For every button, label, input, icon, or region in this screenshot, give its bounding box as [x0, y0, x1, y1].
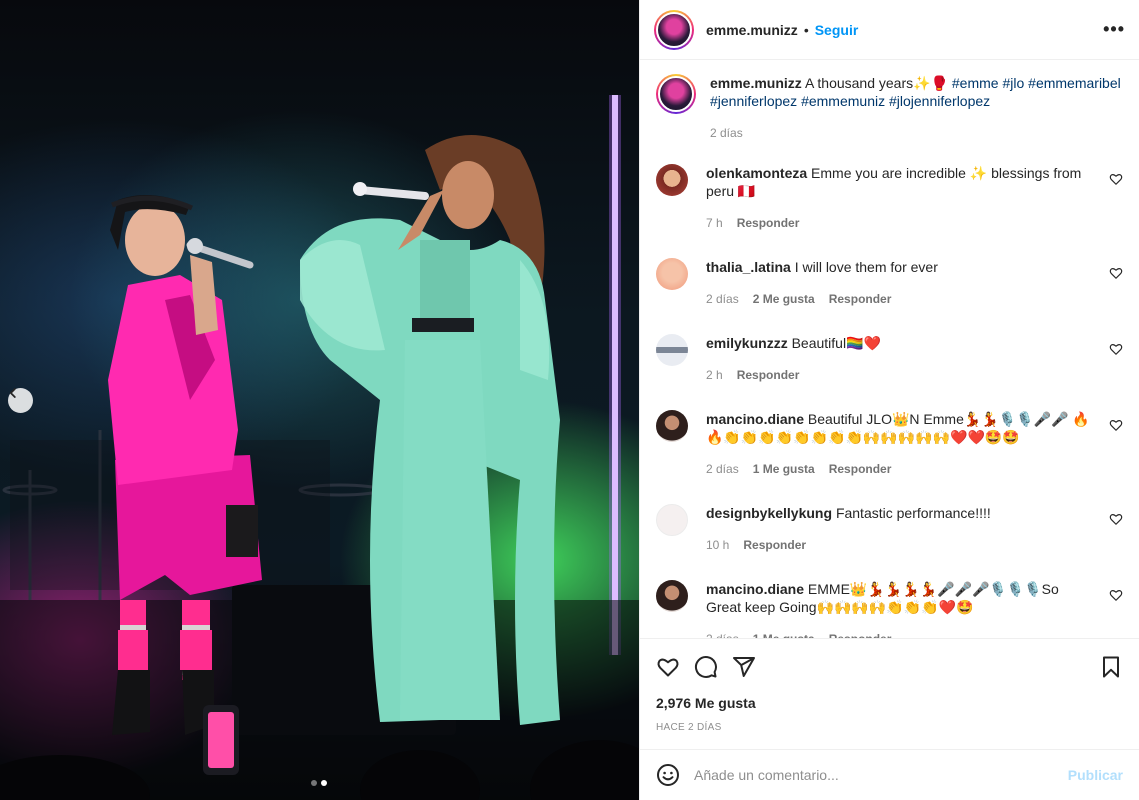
- commenter-avatar[interactable]: [656, 410, 688, 442]
- comment-username[interactable]: designbykellykung: [706, 505, 832, 521]
- carousel-indicator: [311, 780, 327, 786]
- comment-input[interactable]: [694, 767, 1068, 783]
- comment-like-heart-icon[interactable]: [1109, 172, 1123, 186]
- comment-time: 2 días: [706, 630, 739, 638]
- commenter-avatar[interactable]: [656, 258, 688, 290]
- hashtag[interactable]: #emme: [952, 75, 999, 91]
- comment-likes[interactable]: 1 Me gusta: [753, 630, 815, 638]
- comment-like-heart-icon[interactable]: [1109, 342, 1123, 356]
- comment-likes[interactable]: 2 Me gusta: [753, 290, 815, 308]
- paper-plane-icon: [733, 656, 755, 677]
- comment-text: Beautiful🏳️‍🌈❤️: [791, 335, 881, 351]
- comment-username[interactable]: mancino.diane: [706, 581, 804, 597]
- caption-text: A thousand years: [804, 75, 914, 91]
- author-avatar[interactable]: [656, 74, 696, 114]
- reply-button[interactable]: Responder: [829, 460, 892, 478]
- comment-username[interactable]: olenkamonteza: [706, 165, 807, 181]
- reply-button[interactable]: Responder: [737, 366, 800, 384]
- comment-item: mancino.diane EMME👑💃💃💃💃🎤🎤🎤🎙️🎙️🎙️So Great…: [656, 580, 1123, 638]
- hashtag[interactable]: #jenniferlopez: [710, 93, 797, 109]
- chevron-left-icon: [9, 388, 16, 398]
- separator-dot: •: [803, 21, 809, 38]
- follow-button[interactable]: Seguir: [815, 22, 859, 38]
- comment-item: mancino.diane Beautiful JLO👑N Emme💃💃🎙️🎙️…: [656, 410, 1123, 478]
- likes-count[interactable]: 2,976 Me gusta: [656, 695, 1123, 711]
- commenter-avatar[interactable]: [656, 164, 688, 196]
- share-button[interactable]: [732, 655, 756, 679]
- comment-time: 7 h: [706, 216, 723, 230]
- comment-username[interactable]: mancino.diane: [706, 411, 804, 427]
- carousel-dot-active: [321, 780, 327, 786]
- caption-emoji: ✨🥊: [913, 75, 948, 91]
- like-button[interactable]: [656, 655, 680, 679]
- post-date: HACE 2 DÍAS: [656, 722, 722, 733]
- carousel-dot: [311, 780, 317, 786]
- concert-scene: [0, 95, 639, 800]
- comment-text: I will love them for ever: [794, 259, 938, 275]
- comment-username[interactable]: thalia_.latina: [706, 259, 791, 275]
- comment-item: olenkamonteza Emme you are incredible ✨ …: [656, 164, 1123, 232]
- post-side-panel: emme.munizz • Seguir ••• emme.munizz A t…: [639, 0, 1139, 800]
- post-photo[interactable]: [0, 0, 639, 800]
- comment-item: emilykunzzz Beautiful🏳️‍🌈❤️ 2 h Responde…: [656, 334, 1123, 384]
- comment-item: designbykellykung Fantastic performance!…: [656, 504, 1123, 554]
- comment-like-heart-icon[interactable]: [1109, 418, 1123, 432]
- reply-button[interactable]: Responder: [737, 214, 800, 232]
- caption-username[interactable]: emme.munizz: [710, 75, 802, 91]
- post-caption: emme.munizz A thousand years✨🥊 #emme #jl…: [656, 61, 1123, 142]
- reply-button[interactable]: Responder: [829, 290, 892, 308]
- hashtag[interactable]: #jlojenniferlopez: [889, 93, 990, 109]
- comments-list[interactable]: emme.munizz A thousand years✨🥊 #emme #jl…: [640, 61, 1139, 638]
- author-avatar[interactable]: [654, 9, 694, 50]
- heart-icon: [657, 658, 679, 676]
- comment-time: 2 días: [706, 462, 739, 476]
- comment-time: 2 h: [706, 368, 723, 382]
- post-actions: 2,976 Me gusta HACE 2 DÍAS: [640, 638, 1139, 748]
- emoji-button[interactable]: [656, 763, 680, 787]
- comment-username[interactable]: emilykunzzz: [706, 335, 788, 351]
- hashtag[interactable]: #emmemuniz: [801, 93, 885, 109]
- comment-time: 2 días: [706, 292, 739, 306]
- post-header: emme.munizz • Seguir •••: [640, 0, 1139, 60]
- reply-button[interactable]: Responder: [743, 536, 806, 554]
- comment-composer: Publicar: [640, 749, 1139, 800]
- comment-text: Fantastic performance!!!!: [835, 505, 991, 521]
- commenter-avatar[interactable]: [656, 504, 688, 536]
- comment-item: thalia_.latina I will love them for ever…: [656, 258, 1123, 308]
- smiley-icon: [657, 764, 679, 786]
- comment-bubble-icon: [695, 655, 717, 678]
- reply-button[interactable]: Responder: [829, 630, 892, 638]
- comment-likes[interactable]: 1 Me gusta: [753, 460, 815, 478]
- comment-time: 10 h: [706, 538, 730, 552]
- hashtag[interactable]: #emmemaribel: [1028, 75, 1121, 91]
- commenter-avatar[interactable]: [656, 334, 688, 366]
- more-options-icon[interactable]: •••: [1103, 19, 1125, 40]
- comment-like-heart-icon[interactable]: [1109, 266, 1123, 280]
- comment-like-heart-icon[interactable]: [1109, 588, 1123, 602]
- bookmark-icon: [1103, 656, 1119, 677]
- commenter-avatar[interactable]: [656, 580, 688, 612]
- save-button[interactable]: [1099, 655, 1123, 679]
- carousel-prev-button[interactable]: [8, 388, 33, 413]
- publish-button[interactable]: Publicar: [1068, 767, 1123, 783]
- comment-like-heart-icon[interactable]: [1109, 512, 1123, 526]
- author-username[interactable]: emme.munizz: [706, 22, 798, 38]
- caption-time: 2 días: [710, 126, 743, 140]
- comment-button[interactable]: [694, 655, 718, 679]
- hashtag[interactable]: #jlo: [1002, 75, 1024, 91]
